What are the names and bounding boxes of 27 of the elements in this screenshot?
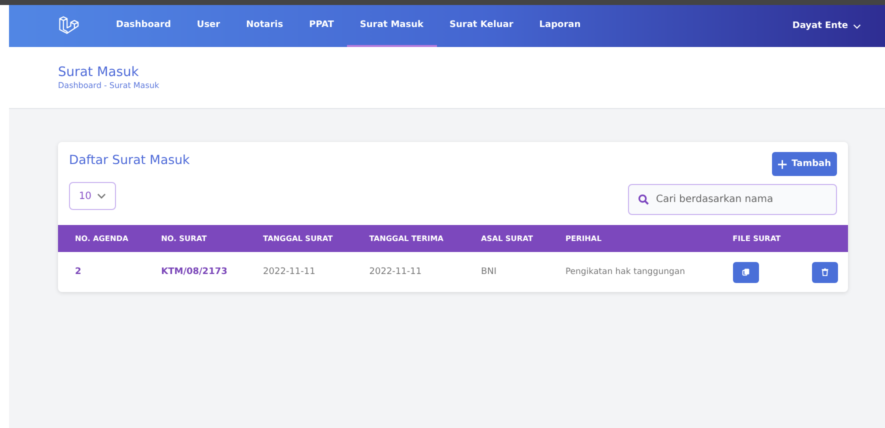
nav-link[interactable]: Notaris: [233, 5, 296, 47]
nav-link[interactable]: Dashboard: [103, 5, 184, 47]
caret-icon: [97, 193, 106, 199]
search-field[interactable]: Cari berdasarkan nama: [628, 184, 837, 215]
copy-icon: [742, 268, 750, 276]
nav-link[interactable]: Laporan: [526, 5, 594, 47]
add-button[interactable]: Tambah: [772, 152, 837, 176]
table-cell: BNI: [464, 252, 548, 292]
nav-link[interactable]: PPAT: [296, 5, 347, 47]
page-size-select[interactable]: 10: [69, 182, 116, 210]
table-cell: Pengikatan hak tanggungan: [548, 252, 716, 292]
table-cell: 2022-11-11: [352, 252, 464, 292]
delete-button[interactable]: [812, 262, 838, 282]
user-menu[interactable]: Dayat Ente: [792, 21, 861, 31]
table-cell: 2022-11-11: [246, 252, 352, 292]
table-cell: KTM/08/2173: [144, 252, 246, 292]
nav-link[interactable]: Surat Keluar: [436, 5, 526, 47]
card-title: Daftar Surat Masuk: [69, 152, 190, 167]
breadcrumb: Dashboard - Surat Masuk: [58, 81, 160, 90]
caret-icon: [853, 24, 861, 28]
file-button[interactable]: [732, 262, 759, 282]
page-title: Surat Masuk: [58, 65, 140, 80]
nav-link[interactable]: User: [184, 5, 234, 47]
cube-logo-icon[interactable]: [57, 15, 79, 37]
plus-icon: [778, 160, 787, 168]
trash-icon: [821, 268, 830, 276]
table-cell: 2: [58, 252, 144, 292]
